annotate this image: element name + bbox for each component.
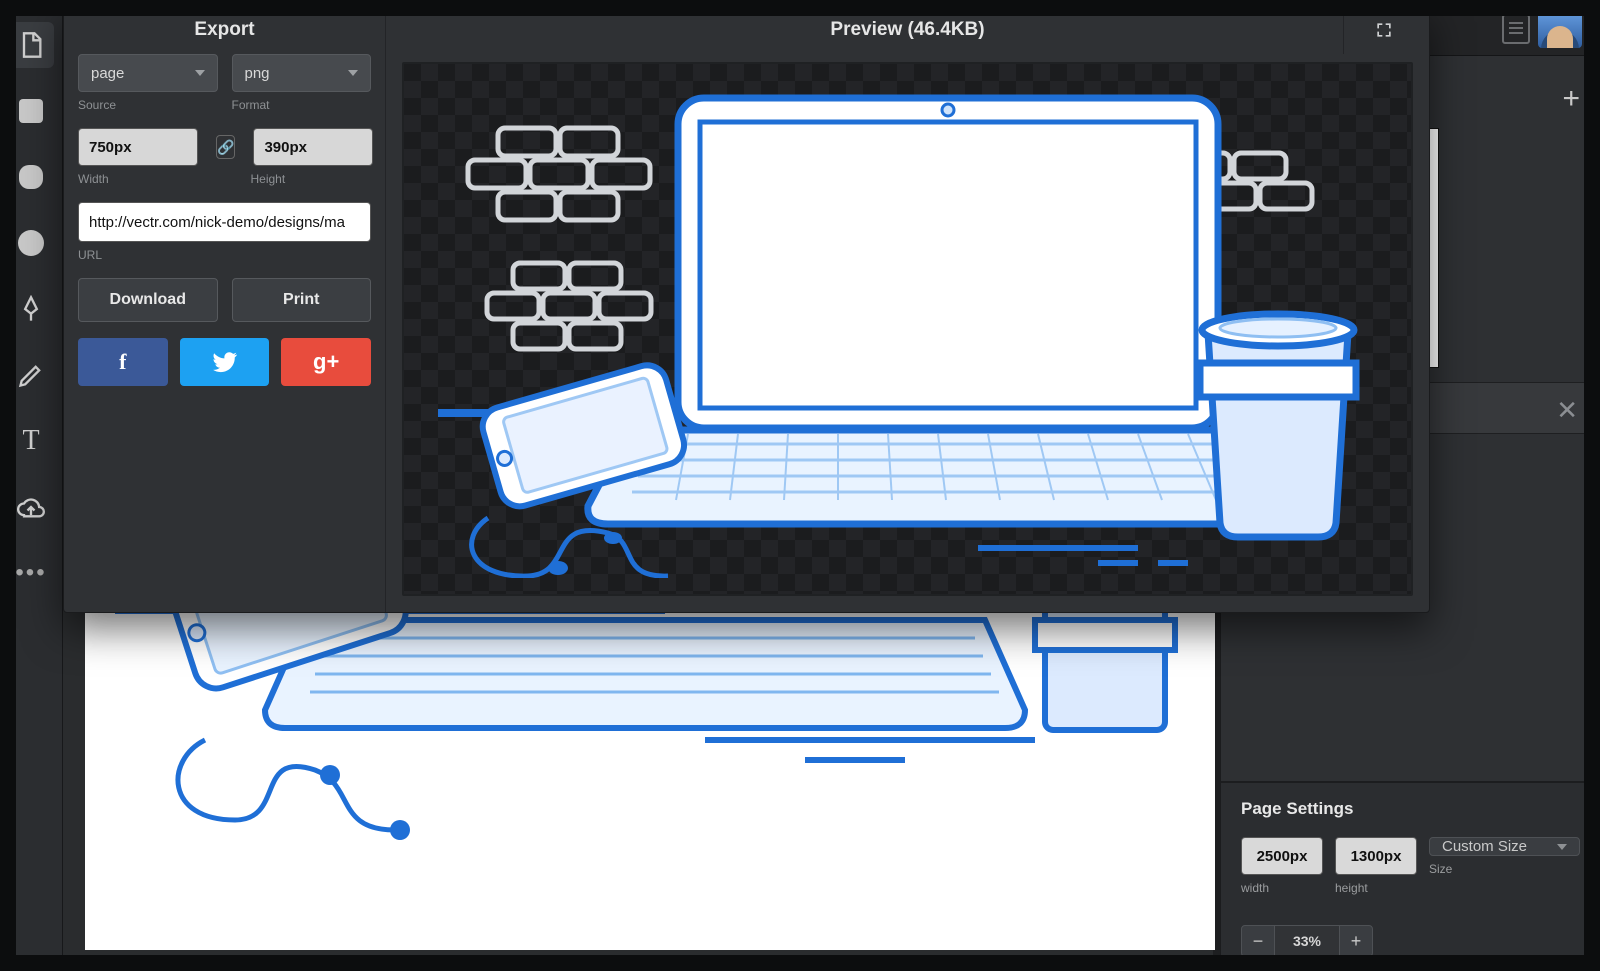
export-width-label: Width (78, 172, 199, 186)
page-size-value: Custom Size (1442, 838, 1527, 855)
ellipse-tool-icon[interactable] (8, 220, 54, 266)
page-height-input[interactable] (1335, 837, 1417, 875)
print-button[interactable]: Print (232, 278, 372, 322)
share-google-button[interactable]: g+ (281, 338, 371, 386)
preview-title: Preview (46.4KB) (830, 19, 984, 41)
export-format-label: Format (232, 98, 372, 112)
pencil-tool-icon[interactable] (8, 352, 54, 398)
export-title: Export (78, 6, 371, 54)
zoom-out-button[interactable]: − (1241, 925, 1275, 957)
page-settings-panel: Page Settings width height Custom Size (1221, 781, 1600, 971)
export-format-value: png (245, 65, 270, 82)
export-preview-panel: Export page png Source Format (63, 5, 1430, 613)
export-height-label: Height (251, 172, 372, 186)
rectangle-tool-icon[interactable] (8, 88, 54, 134)
facebook-icon: f (119, 349, 126, 375)
page-height-label: height (1335, 881, 1417, 895)
export-format-select[interactable]: png (232, 54, 372, 92)
download-button[interactable]: Download (78, 278, 218, 322)
text-tool-icon[interactable]: T (8, 418, 54, 464)
zoom-in-button[interactable]: + (1339, 925, 1373, 957)
page-settings-title: Page Settings (1241, 799, 1580, 819)
google-plus-icon: g+ (313, 349, 339, 375)
add-layer-icon[interactable]: + (1562, 82, 1580, 116)
export-source-value: page (91, 65, 124, 82)
file-tool-icon[interactable] (8, 22, 54, 68)
left-toolbar: T ••• (0, 0, 63, 971)
more-tool-icon[interactable]: ••• (8, 550, 54, 596)
export-height-input[interactable] (253, 128, 373, 166)
export-source-label: Source (78, 98, 218, 112)
twitter-icon (212, 349, 238, 375)
pages-icon[interactable] (1502, 14, 1530, 44)
user-avatar[interactable] (1538, 8, 1582, 48)
delete-layer-icon[interactable]: ✕ (1556, 395, 1578, 426)
caret-down-icon (348, 70, 358, 76)
zoom-control: − 33% + (1241, 925, 1373, 957)
page-width-label: width (1241, 881, 1323, 895)
zoom-value: 33% (1275, 925, 1339, 957)
preview-canvas (402, 62, 1413, 596)
preview-pane: Preview (46.4KB) (386, 6, 1429, 612)
page-size-select[interactable]: Custom Size (1429, 837, 1580, 856)
share-facebook-button[interactable]: f (78, 338, 168, 386)
caret-down-icon (195, 70, 205, 76)
upload-tool-icon[interactable] (8, 484, 54, 530)
rounded-rect-tool-icon[interactable] (8, 154, 54, 200)
export-source-select[interactable]: page (78, 54, 218, 92)
export-pane: Export page png Source Format (64, 6, 386, 612)
page-size-label: Size (1429, 862, 1580, 876)
expand-preview-button[interactable] (1343, 6, 1423, 54)
page-width-input[interactable] (1241, 837, 1323, 875)
caret-down-icon (1557, 844, 1567, 850)
link-aspect-icon[interactable]: 🔗 (216, 135, 235, 159)
export-url-input[interactable] (78, 202, 371, 242)
export-url-label: URL (78, 248, 371, 262)
export-width-input[interactable] (78, 128, 198, 166)
pen-tool-icon[interactable] (8, 286, 54, 332)
share-twitter-button[interactable] (180, 338, 270, 386)
